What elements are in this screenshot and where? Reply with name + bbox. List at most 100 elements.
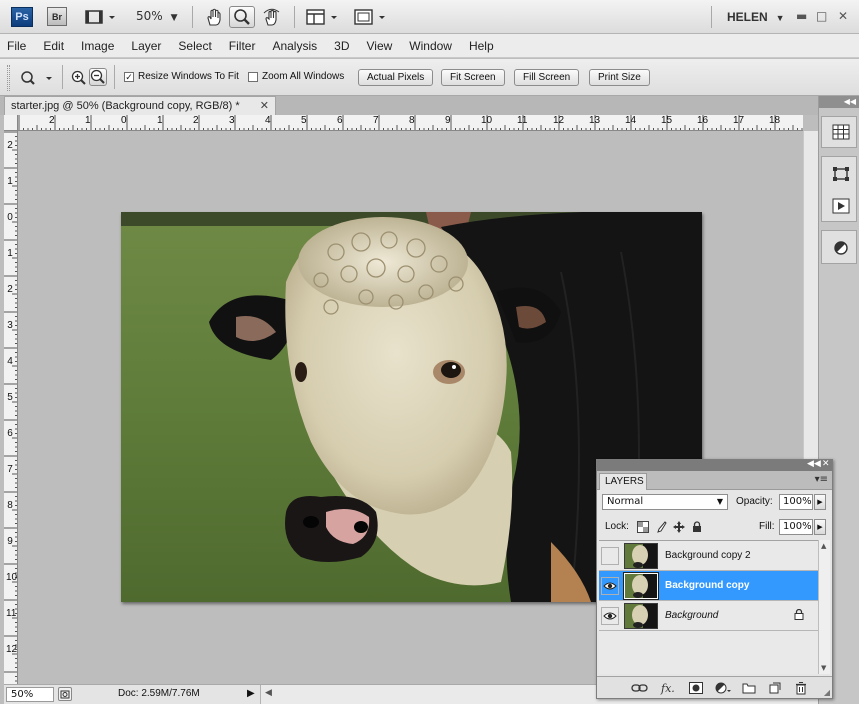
chevron-down-icon: ▼: [775, 13, 785, 23]
fill-screen-button[interactable]: Fill Screen: [514, 69, 580, 86]
zoom-all-windows-checkbox[interactable]: Zoom All Windows: [248, 71, 344, 82]
lock-image-button[interactable]: [655, 521, 667, 533]
dock-group-2: [821, 156, 857, 222]
adjustments-panel-button[interactable]: [831, 239, 851, 257]
visibility-toggle[interactable]: [601, 547, 619, 565]
layers-tab-row: LAYERS ▾≡: [597, 471, 832, 490]
lock-all-button[interactable]: [691, 521, 703, 533]
document-tab[interactable]: starter.jpg @ 50% (Background copy, RGB/…: [4, 96, 276, 115]
fill-slider-button[interactable]: ▶: [814, 519, 826, 535]
ruler-origin[interactable]: [4, 115, 18, 131]
tool-preset-picker[interactable]: [20, 69, 54, 87]
new-layer-button[interactable]: [769, 681, 781, 695]
fill-input[interactable]: 100%: [779, 519, 813, 535]
transform-panel-button[interactable]: [831, 165, 851, 183]
screen-mode-button[interactable]: [353, 7, 389, 27]
options-grip[interactable]: [7, 65, 10, 91]
lock-transparency-button[interactable]: [637, 521, 649, 533]
close-icon[interactable]: ✕: [260, 99, 269, 112]
menu-file[interactable]: File: [7, 39, 26, 53]
blend-mode-select[interactable]: Normal ▼: [602, 494, 728, 510]
expand-panels-icon[interactable]: ◀◀: [819, 96, 859, 108]
visibility-toggle[interactable]: [601, 577, 619, 595]
collapse-icon[interactable]: ◀◀: [807, 459, 821, 469]
opacity-slider-button[interactable]: ▶: [814, 494, 826, 510]
histogram-panel-button[interactable]: [831, 123, 851, 141]
actual-pixels-button[interactable]: Actual Pixels: [358, 69, 434, 86]
vertical-ruler[interactable]: 2 1 0 1 2 3 4 5 6 7 8 9 10 11 12: [4, 131, 18, 684]
opacity-input[interactable]: 100%: [779, 494, 813, 510]
mask-icon: [689, 682, 703, 694]
add-mask-button[interactable]: [689, 681, 703, 695]
lock-position-button[interactable]: [673, 521, 685, 533]
animation-panel-button[interactable]: [831, 197, 851, 215]
zoom-tool-button[interactable]: [229, 6, 255, 28]
layer-thumbnail[interactable]: [624, 543, 658, 569]
adjustment-layer-button[interactable]: [715, 681, 731, 695]
layers-scrollbar[interactable]: ▲ ▼: [818, 540, 830, 674]
layer-row-background-copy[interactable]: Background copy: [599, 571, 818, 601]
photoshop-logo: Ps: [11, 7, 33, 27]
layers-panel-titlebar[interactable]: ◀◀ ✕: [597, 459, 832, 471]
resize-windows-checkbox[interactable]: ✓ Resize Windows To Fit: [124, 71, 239, 82]
menu-window[interactable]: Window: [409, 39, 452, 53]
half-circle-icon: [834, 241, 848, 255]
move-icon: [673, 521, 685, 533]
checkbox-checked-icon: ✓: [124, 71, 134, 82]
grid-icon: [832, 124, 850, 140]
rotate-view-button[interactable]: [261, 7, 283, 27]
layer-thumbnail[interactable]: [623, 572, 659, 600]
status-menu-arrow[interactable]: ▶: [247, 688, 255, 699]
layer-name[interactable]: Background: [665, 610, 718, 621]
layer-row-background-copy-2[interactable]: Background copy 2: [599, 541, 818, 571]
menu-layer[interactable]: Layer: [131, 39, 161, 53]
maximize-button[interactable]: □: [816, 9, 827, 23]
link-layers-button[interactable]: [631, 681, 649, 695]
arrange-documents-button[interactable]: [305, 7, 341, 27]
zoom-out-button[interactable]: [89, 68, 107, 86]
visibility-toggle[interactable]: [601, 607, 619, 625]
minimize-button[interactable]: ▬: [796, 9, 807, 23]
horizontal-ruler[interactable]: 2 1 0 1 2 3 4 5 6 7 8 9 10 11 12 13 14 1…: [18, 115, 803, 131]
layer-locked-icon: [794, 608, 804, 623]
menu-view[interactable]: View: [366, 39, 392, 53]
menu-edit[interactable]: Edit: [43, 39, 64, 53]
zoom-in-icon: [71, 70, 86, 85]
bridge-launch-button[interactable]: Br: [47, 7, 67, 26]
status-zoom-field[interactable]: 50%: [6, 687, 54, 702]
view-extras-button[interactable]: [82, 7, 118, 27]
menu-image[interactable]: Image: [81, 39, 114, 53]
panel-menu-icon[interactable]: ▾≡: [815, 474, 828, 485]
layers-footer: fx. ◢: [597, 676, 832, 698]
hand-tool-button[interactable]: [203, 7, 225, 27]
fx-icon[interactable]: fx.: [661, 681, 675, 695]
dock-group-3: [821, 230, 857, 264]
fit-screen-button[interactable]: Fit Screen: [441, 69, 505, 86]
resize-grip-icon[interactable]: ◢: [824, 688, 830, 697]
menu-3d[interactable]: 3D: [334, 39, 349, 53]
tool-options-bar: ✓ Resize Windows To Fit Zoom All Windows …: [0, 59, 859, 96]
print-size-button[interactable]: Print Size: [589, 69, 650, 86]
zoom-level-select[interactable]: 50% ▼: [136, 9, 178, 23]
layer-row-background[interactable]: Background: [599, 601, 818, 631]
delete-layer-button[interactable]: [795, 681, 807, 695]
menu-analysis[interactable]: Analysis: [272, 39, 317, 53]
menu-help[interactable]: Help: [469, 39, 494, 53]
close-icon[interactable]: ✕: [822, 459, 830, 469]
tab-layers[interactable]: LAYERS: [599, 473, 647, 490]
menu-select[interactable]: Select: [178, 39, 211, 53]
layers-panel: ◀◀ ✕ LAYERS ▾≡ Normal ▼ Opacity: 100% ▶ L…: [596, 459, 833, 699]
layer-name[interactable]: Background copy: [665, 580, 749, 591]
camera-icon: [60, 690, 70, 699]
cow-thumbnail: [625, 574, 657, 598]
menu-bar: File Edit Image Layer Select Filter Anal…: [0, 34, 859, 58]
close-button[interactable]: ✕: [838, 9, 848, 23]
opacity-label: Opacity:: [736, 496, 773, 507]
menu-filter[interactable]: Filter: [229, 39, 256, 53]
status-options-button[interactable]: [58, 687, 72, 701]
layer-thumbnail[interactable]: [624, 603, 658, 629]
user-menu[interactable]: HELEN ▼: [727, 10, 785, 24]
new-group-button[interactable]: [742, 681, 756, 695]
layer-name[interactable]: Background copy 2: [665, 550, 751, 561]
zoom-in-button[interactable]: [70, 69, 87, 86]
